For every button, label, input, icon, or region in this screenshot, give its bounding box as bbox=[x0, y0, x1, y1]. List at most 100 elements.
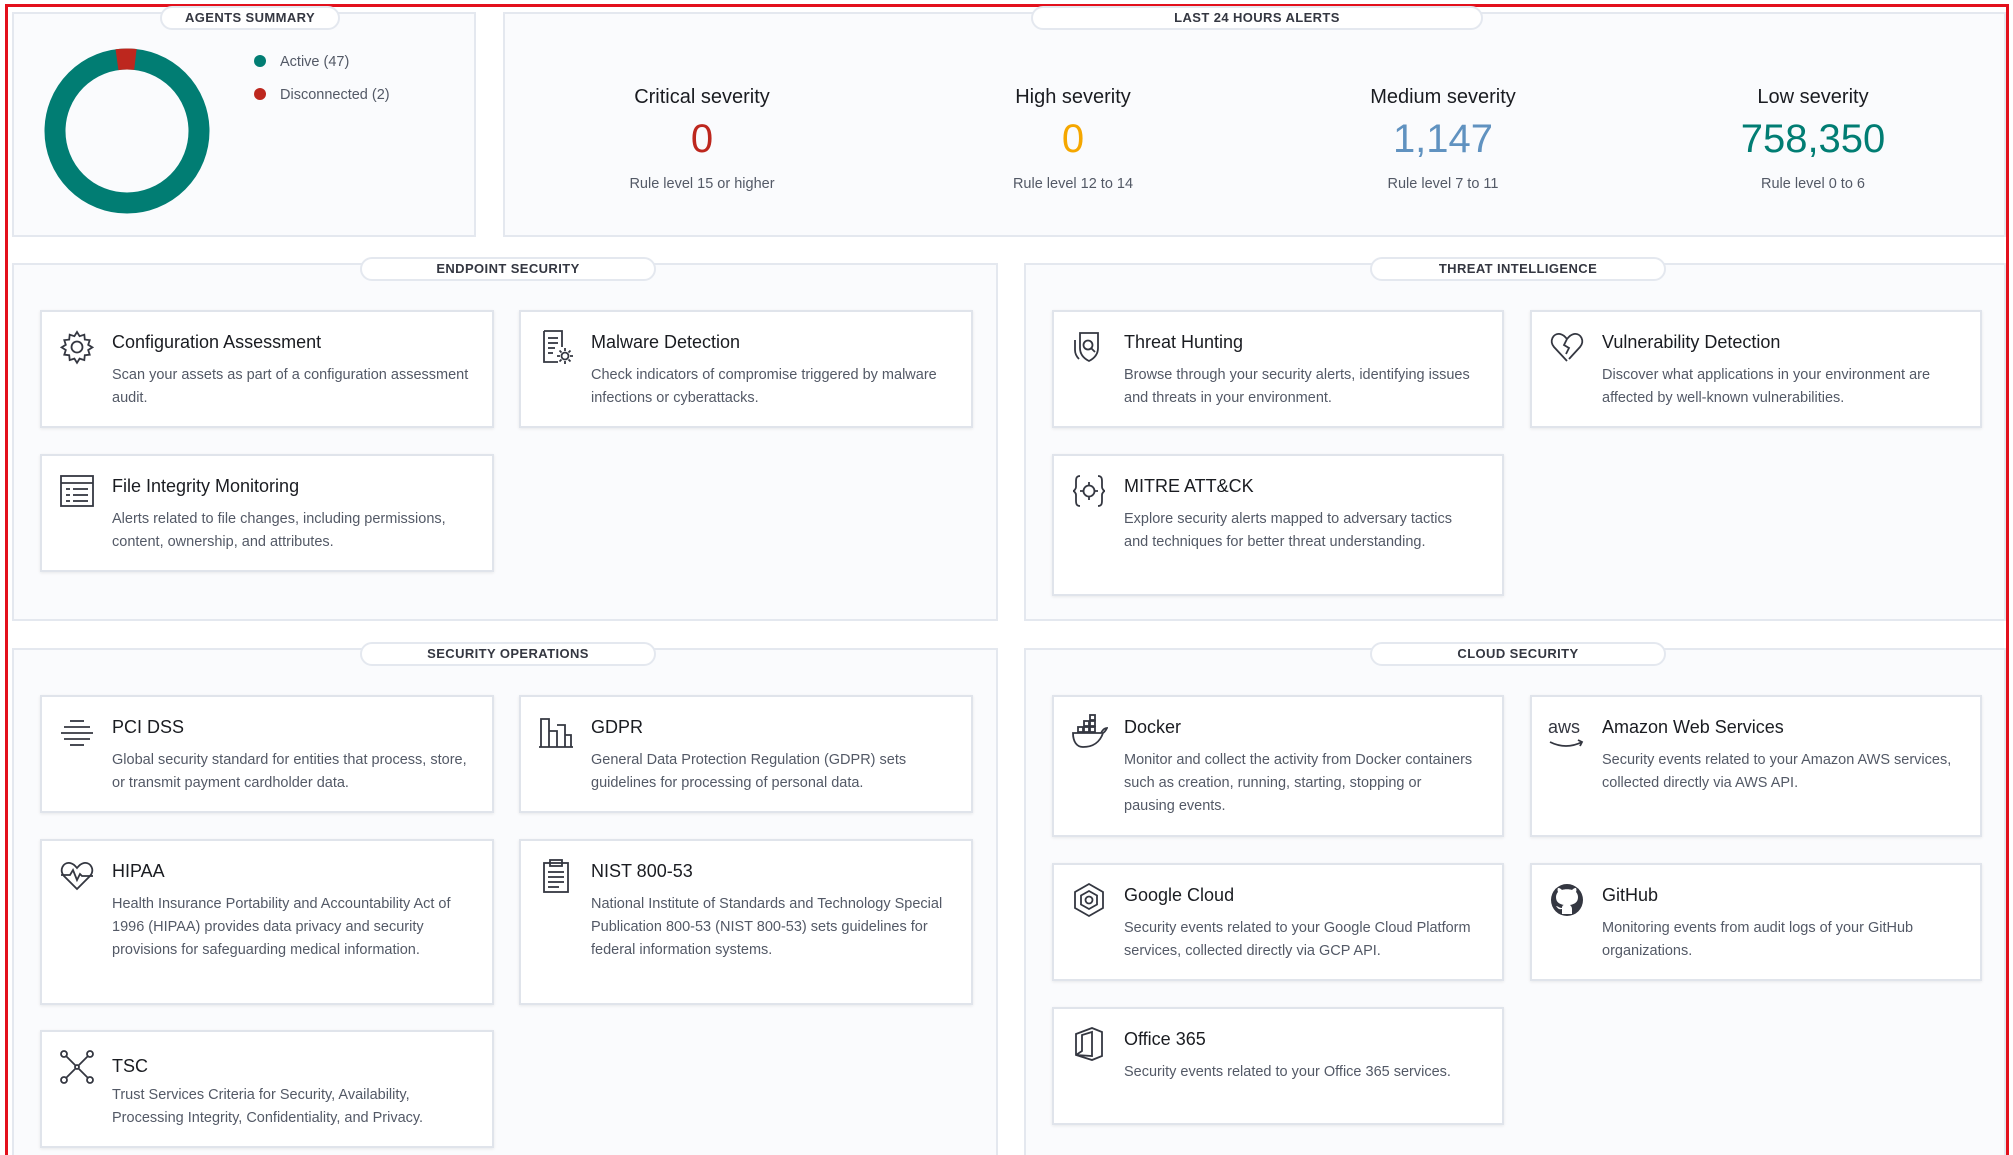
security-operations-panel: SECURITY OPERATIONS PCI DSS Global secur… bbox=[12, 642, 998, 1155]
card-office-365[interactable]: Office 365 Security events related to yo… bbox=[1052, 1007, 1504, 1125]
high-severity-title: High severity bbox=[1015, 86, 1131, 108]
high-severity-stat[interactable]: High severity 0 Rule level 12 to 14 bbox=[923, 86, 1223, 192]
card-title: Configuration Assessment bbox=[112, 332, 322, 352]
card-description: Security events related to your Amazon A… bbox=[1602, 752, 1952, 791]
card-description: Discover what applications in your envir… bbox=[1602, 367, 1931, 406]
google-cloud-icon bbox=[1070, 881, 1108, 919]
card-pci-dss[interactable]: PCI DSS Global security standard for ent… bbox=[40, 695, 494, 813]
target-brackets-icon bbox=[1070, 472, 1108, 510]
low-severity-stat[interactable]: Low severity 758,350 Rule level 0 to 6 bbox=[1663, 86, 1963, 192]
medium-severity-value[interactable]: 1,147 bbox=[1293, 117, 1593, 162]
heartbeat-icon bbox=[58, 857, 96, 895]
aws-icon-text: aws bbox=[1548, 717, 1581, 737]
card-description: Scan your assets as part of a configurat… bbox=[112, 367, 469, 406]
card-description: Monitor and collect the activity from Do… bbox=[1124, 752, 1473, 814]
card-hipaa[interactable]: HIPAA Health Insurance Portability and A… bbox=[40, 839, 494, 1005]
card-github[interactable]: GitHub Monitoring events from audit logs… bbox=[1530, 863, 1982, 981]
agents-donut-chart[interactable] bbox=[42, 46, 212, 216]
card-title: PCI DSS bbox=[112, 717, 185, 737]
card-description: General Data Protection Regulation (GDPR… bbox=[591, 752, 907, 791]
endpoint-security-title: ENDPOINT SECURITY bbox=[360, 257, 656, 281]
card-gdpr[interactable]: GDPR General Data Protection Regulation … bbox=[519, 695, 973, 813]
legend-disconnected-label: Disconnected (2) bbox=[280, 87, 390, 103]
building-icon bbox=[537, 713, 575, 751]
card-description: Alerts related to file changes, includin… bbox=[112, 511, 446, 550]
card-malware-detection[interactable]: Malware Detection Check indicators of co… bbox=[519, 310, 973, 428]
aws-icon: aws bbox=[1548, 713, 1586, 751]
docker-icon bbox=[1070, 713, 1109, 751]
card-nist-800-53[interactable]: NIST 800-53 National Institute of Standa… bbox=[519, 839, 973, 1005]
clipboard-icon bbox=[537, 857, 575, 895]
active-dot-icon bbox=[254, 55, 266, 67]
low-severity-title: Low severity bbox=[1757, 86, 1869, 108]
card-title: Vulnerability Detection bbox=[1602, 332, 1781, 352]
threat-intelligence-title: THREAT INTELLIGENCE bbox=[1370, 257, 1666, 281]
critical-severity-stat[interactable]: Critical severity 0 Rule level 15 or hig… bbox=[552, 86, 852, 192]
card-description: Monitoring events from audit logs of you… bbox=[1602, 920, 1914, 959]
document-gear-icon bbox=[537, 328, 575, 366]
card-title: Office 365 bbox=[1124, 1029, 1206, 1049]
disconnected-dot-icon bbox=[254, 88, 266, 100]
endpoint-security-panel: ENDPOINT SECURITY Configuration Assessme… bbox=[12, 257, 998, 621]
card-title: NIST 800-53 bbox=[591, 861, 693, 881]
card-title: Docker bbox=[1124, 717, 1182, 737]
card-title: Malware Detection bbox=[591, 332, 741, 352]
card-description: Security events related to your Office 3… bbox=[1124, 1064, 1451, 1080]
critical-severity-value[interactable]: 0 bbox=[552, 117, 852, 162]
medium-severity-stat[interactable]: Medium severity 1,147 Rule level 7 to 11 bbox=[1293, 86, 1593, 192]
card-description: Global security standard for entities th… bbox=[112, 752, 467, 791]
card-title: Amazon Web Services bbox=[1602, 717, 1784, 737]
gear-icon bbox=[58, 328, 96, 366]
critical-severity-title: Critical severity bbox=[634, 86, 770, 108]
card-title: Threat Hunting bbox=[1124, 332, 1244, 352]
card-docker[interactable]: Docker Monitor and collect the activity … bbox=[1052, 695, 1504, 837]
card-threat-hunting[interactable]: Threat Hunting Browse through your secur… bbox=[1052, 310, 1504, 428]
security-operations-title: SECURITY OPERATIONS bbox=[360, 642, 656, 666]
low-severity-rule: Rule level 0 to 6 bbox=[1761, 176, 1865, 192]
card-vulnerability-detection[interactable]: Vulnerability Detection Discover what ap… bbox=[1530, 310, 1982, 428]
card-description: Security events related to your Google C… bbox=[1124, 920, 1471, 959]
agents-summary-panel: AGENTS SUMMARY Active (47) Disconnected … bbox=[12, 6, 476, 237]
card-google-cloud[interactable]: Google Cloud Security events related to … bbox=[1052, 863, 1504, 981]
card-configuration-assessment[interactable]: Configuration Assessment Scan your asset… bbox=[40, 310, 494, 428]
card-description: Browse through your security alerts, ide… bbox=[1124, 367, 1470, 406]
card-title: HIPAA bbox=[112, 861, 165, 881]
card-title: GitHub bbox=[1602, 885, 1659, 905]
card-description: National Institute of Standards and Tech… bbox=[591, 896, 943, 958]
card-title: File Integrity Monitoring bbox=[112, 476, 300, 496]
legend-active[interactable]: Active (47) bbox=[254, 54, 349, 70]
card-title: MITRE ATT&CK bbox=[1124, 476, 1254, 496]
card-description: Check indicators of compromise triggered… bbox=[591, 367, 937, 406]
card-description: Explore security alerts mapped to advers… bbox=[1124, 511, 1452, 550]
lines-icon bbox=[58, 713, 96, 751]
network-icon bbox=[58, 1048, 96, 1086]
list-document-icon bbox=[58, 472, 96, 510]
legend-disconnected[interactable]: Disconnected (2) bbox=[254, 87, 390, 103]
shield-search-icon bbox=[1070, 328, 1108, 366]
card-title: TSC bbox=[112, 1056, 148, 1076]
agents-summary-title: AGENTS SUMMARY bbox=[160, 6, 340, 30]
high-severity-rule: Rule level 12 to 14 bbox=[1012, 176, 1134, 192]
high-severity-value[interactable]: 0 bbox=[923, 117, 1223, 162]
low-severity-value[interactable]: 758,350 bbox=[1663, 117, 1963, 162]
card-title: Google Cloud bbox=[1124, 885, 1235, 905]
card-title: GDPR bbox=[591, 717, 644, 737]
alerts-panel: LAST 24 HOURS ALERTS Critical severity 0… bbox=[503, 6, 2006, 237]
cloud-security-title: CLOUD SECURITY bbox=[1370, 642, 1666, 666]
threat-intelligence-panel: THREAT INTELLIGENCE Threat Hunting Brows… bbox=[1024, 257, 2006, 621]
card-description: Trust Services Criteria for Security, Av… bbox=[112, 1087, 424, 1126]
card-mitre-attack[interactable]: MITRE ATT&CK Explore security alerts map… bbox=[1052, 454, 1504, 596]
github-icon bbox=[1548, 881, 1586, 919]
card-file-integrity-monitoring[interactable]: File Integrity Monitoring Alerts related… bbox=[40, 454, 494, 572]
donut-active-segment[interactable] bbox=[44, 48, 210, 214]
office-icon bbox=[1070, 1025, 1108, 1063]
card-description: Health Insurance Portability and Account… bbox=[112, 896, 451, 958]
legend-active-label: Active (47) bbox=[280, 54, 350, 70]
critical-severity-rule: Rule level 15 or higher bbox=[629, 176, 775, 192]
card-amazon-web-services[interactable]: aws Amazon Web Services Security events … bbox=[1530, 695, 1982, 837]
card-tsc[interactable]: TSC Trust Services Criteria for Security… bbox=[40, 1030, 494, 1148]
alerts-title: LAST 24 HOURS ALERTS bbox=[1031, 6, 1483, 30]
medium-severity-rule: Rule level 7 to 11 bbox=[1387, 176, 1499, 192]
broken-heart-icon bbox=[1548, 328, 1586, 366]
medium-severity-title: Medium severity bbox=[1370, 86, 1516, 108]
